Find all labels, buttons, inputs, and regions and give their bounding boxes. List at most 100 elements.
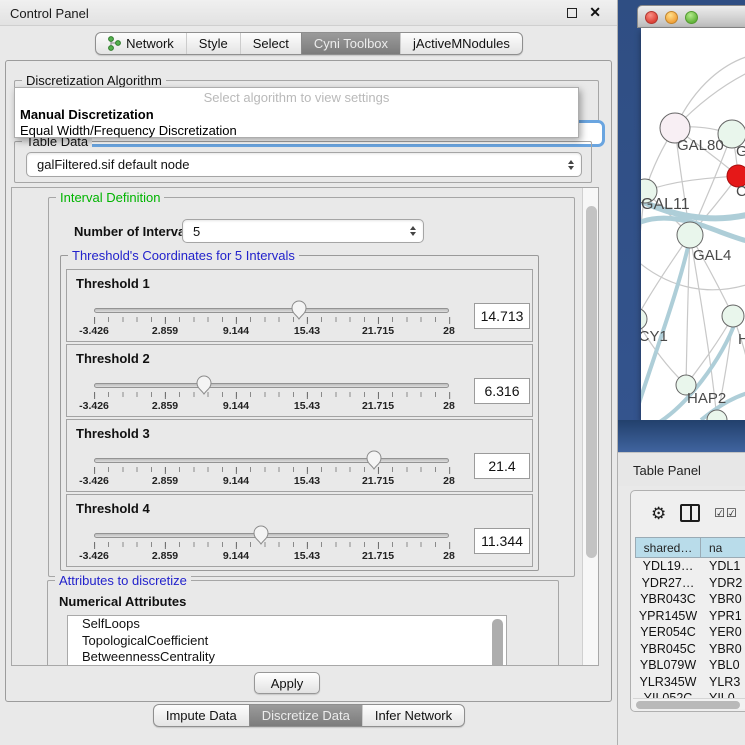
tab-cyni-toolbox[interactable]: Cyni Toolbox — [301, 33, 400, 54]
thresholds-group: Threshold's Coordinates for 5 Intervals … — [60, 255, 539, 571]
tab-select[interactable]: Select — [240, 33, 301, 54]
tab-jactivemnodules[interactable]: jActiveMNodules — [400, 33, 522, 54]
bottom-tab-bar: Impute Data Discretize Data Infer Networ… — [0, 704, 618, 727]
table-row[interactable]: YER054CYER0 — [635, 624, 745, 641]
threshold-4-value-field[interactable]: 11.344 — [474, 528, 530, 554]
table-row[interactable]: YBR043CYBR0 — [635, 591, 745, 608]
threshold-1-label: Threshold 1 — [76, 276, 150, 291]
network-tree-icon — [108, 36, 121, 51]
column-header-name[interactable]: na — [701, 537, 745, 558]
tab-network[interactable]: Network — [96, 33, 186, 54]
tick-label: 28 — [443, 325, 455, 337]
tab-infer-network[interactable]: Infer Network — [362, 705, 464, 726]
spinner-icon — [410, 226, 416, 236]
split-panel-icon[interactable] — [680, 504, 700, 522]
table-row[interactable]: YLR345WYLR3 — [635, 674, 745, 691]
threshold-1-slider-track[interactable] — [94, 308, 449, 313]
threshold-3-value-field[interactable]: 21.4 — [474, 453, 530, 479]
tick-label: 9.144 — [223, 325, 249, 337]
float-window-icon[interactable] — [567, 8, 577, 18]
list-item[interactable]: SelfLoops — [68, 616, 506, 633]
node-label-gal11: GAL11 — [641, 196, 690, 213]
attributes-group-title: Attributes to discretize — [55, 573, 191, 588]
column-header-shared-name[interactable]: shared… — [635, 537, 701, 558]
algorithm-group-title: Discretization Algorithm — [22, 73, 166, 88]
threshold-4-panel: Threshold 4 -3.426 2.859 9.144 15.43 21.… — [66, 494, 533, 567]
dropdown-option-manual[interactable]: Manual Discretization — [15, 107, 578, 123]
tick-label: 28 — [443, 475, 455, 487]
control-panel-window: Control Panel ✕ Network Style Select Cyn… — [0, 0, 618, 745]
close-icon[interactable]: ✕ — [589, 4, 601, 21]
table-header: shared… na — [635, 537, 745, 558]
node-label-h: H — [738, 331, 745, 348]
list-scrollbar-thumb[interactable] — [492, 619, 503, 666]
tick-label: 9.144 — [223, 475, 249, 487]
table-panel: ⚙ ☑☑ shared… na YDL19…YDL1 YDR27…YDR2 YB… — [630, 490, 745, 712]
gear-icon[interactable]: ⚙ — [651, 505, 666, 522]
tab-discretize-data[interactable]: Discretize Data — [249, 705, 362, 726]
list-item[interactable]: BetweennessCentrality — [68, 649, 506, 666]
slider-thumb[interactable] — [291, 300, 307, 325]
slider-thumb[interactable] — [253, 525, 269, 550]
tick-label: 9.144 — [223, 400, 249, 412]
vertical-scrollbar-track[interactable] — [582, 188, 598, 665]
dropdown-prompt: Select algorithm to view settings — [15, 88, 578, 107]
tick-label: 15.43 — [294, 475, 320, 487]
num-intervals-value: 5 — [193, 224, 200, 239]
tick-label: 15.43 — [294, 400, 320, 412]
mac-minimize-icon[interactable] — [665, 11, 678, 24]
mac-zoom-icon[interactable] — [685, 11, 698, 24]
mac-close-icon[interactable] — [645, 11, 658, 24]
select-columns-icon[interactable]: ☑☑ — [714, 506, 738, 520]
apply-button[interactable]: Apply — [254, 672, 320, 694]
tick-label: 15.43 — [294, 325, 320, 337]
attributes-group: Attributes to discretize Numerical Attri… — [47, 580, 559, 666]
tick-label: 9.144 — [223, 550, 249, 562]
num-intervals-label: Number of Intervals — [74, 224, 196, 239]
threshold-3-panel: Threshold 3 -3.426 2.859 9.144 15.43 21.… — [66, 419, 533, 492]
node-gcy1[interactable] — [641, 308, 647, 330]
threshold-3-slider-track[interactable] — [94, 458, 449, 463]
horizontal-scrollbar-thumb[interactable] — [636, 701, 740, 709]
table-row[interactable]: YBR045CYBR0 — [635, 641, 745, 658]
tick-label: -3.426 — [79, 400, 109, 412]
table-data-group: Table Data galFiltered.sif default node — [14, 141, 592, 183]
slider-thumb[interactable] — [366, 450, 382, 475]
horizontal-scrollbar-track[interactable] — [633, 698, 745, 709]
tab-network-label: Network — [126, 36, 174, 51]
settings-scrollpane: Interval Definition Number of Intervals … — [11, 187, 599, 666]
vertical-scrollbar-thumb[interactable] — [586, 206, 597, 558]
table-row[interactable]: YDL19…YDL1 — [635, 558, 745, 575]
list-item[interactable]: TopologicalCoefficient — [68, 633, 506, 650]
interval-definition-title: Interval Definition — [56, 190, 164, 205]
node-gal4[interactable] — [677, 222, 703, 248]
threshold-1-panel: Threshold 1 -3.426 2.859 9.144 15.43 21.… — [66, 269, 533, 342]
node-h[interactable] — [722, 305, 744, 327]
table-row[interactable]: YBL079WYBL0 — [635, 657, 745, 674]
table-data-combobox[interactable]: galFiltered.sif default node — [26, 152, 582, 177]
node-label-hap2: HAP2 — [687, 390, 726, 407]
desktop-band — [618, 420, 745, 452]
threshold-1-value-field[interactable]: 14.713 — [474, 303, 530, 329]
network-view-canvas[interactable]: GAL80 GA C GAL11 GAL4 GCY1 H HAP2 — [641, 28, 745, 420]
threshold-2-slider-track[interactable] — [94, 383, 449, 388]
threshold-4-slider-track[interactable] — [94, 533, 449, 538]
table-row[interactable]: YDR27…YDR2 — [635, 575, 745, 592]
tick-label: 21.715 — [362, 550, 394, 562]
network-window-titlebar[interactable] — [637, 5, 745, 28]
tick-label: 28 — [443, 550, 455, 562]
node-label-c: C — [736, 183, 745, 200]
dropdown-option-equal-width[interactable]: Equal Width/Frequency Discretization — [15, 123, 578, 139]
threshold-2-value-field[interactable]: 6.316 — [474, 378, 530, 404]
numerical-attributes-label: Numerical Attributes — [59, 594, 186, 609]
top-tab-bar: Network Style Select Cyni Toolbox jActiv… — [0, 32, 618, 55]
table-row[interactable]: YPR145WYPR1 — [635, 608, 745, 625]
node-label-gcy1: GCY1 — [641, 328, 668, 345]
tick-label: 15.43 — [294, 550, 320, 562]
tab-style[interactable]: Style — [186, 33, 240, 54]
slider-thumb[interactable] — [196, 375, 212, 400]
threshold-4-label: Threshold 4 — [76, 501, 150, 516]
threshold-2-label: Threshold 2 — [76, 351, 150, 366]
num-intervals-combobox[interactable]: 5 — [182, 219, 424, 243]
tab-impute-data[interactable]: Impute Data — [154, 705, 249, 726]
